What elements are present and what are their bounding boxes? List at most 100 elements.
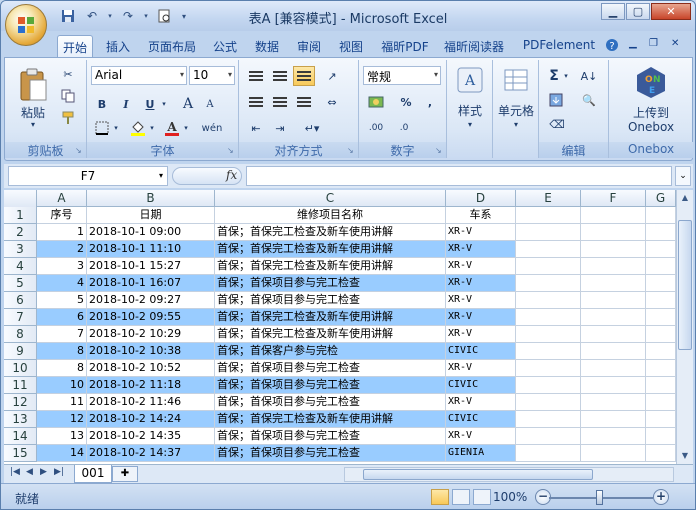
align-center-icon[interactable] xyxy=(269,92,291,112)
row-number[interactable]: 14 xyxy=(4,428,37,445)
header-seq[interactable]: 序号 xyxy=(37,207,87,224)
empty-cell[interactable] xyxy=(646,394,676,411)
ribbon-restore-icon[interactable]: ❐ xyxy=(649,38,658,49)
empty-cell[interactable] xyxy=(646,309,676,326)
seq-cell[interactable]: 13 xyxy=(37,428,87,445)
model-cell[interactable]: CIVIC xyxy=(446,343,516,360)
upload-onebox-line2[interactable]: Onebox xyxy=(609,120,693,134)
seq-cell[interactable]: 10 xyxy=(37,377,87,394)
vertical-scrollbar[interactable]: ▲ ▼ xyxy=(676,190,693,464)
item-cell[interactable]: 首保；首保完工检查及新车使用讲解 xyxy=(215,326,446,343)
item-cell[interactable]: 首保；首保客户参与完检 xyxy=(215,343,446,360)
model-cell[interactable]: XR-V xyxy=(446,394,516,411)
wrap-text-icon[interactable]: ↵▾ xyxy=(297,118,327,138)
italic-button[interactable]: I xyxy=(115,94,137,114)
autosum-dropdown-icon[interactable]: ▾ xyxy=(561,66,571,86)
styles-button[interactable]: 样式 xyxy=(447,102,493,119)
date-cell[interactable]: 2018-10-1 11:10 xyxy=(87,241,215,258)
model-cell[interactable]: XR-V xyxy=(446,309,516,326)
empty-cell[interactable] xyxy=(646,258,676,275)
empty-cell[interactable] xyxy=(581,275,646,292)
seq-cell[interactable]: 6 xyxy=(37,309,87,326)
page-break-view-icon[interactable] xyxy=(473,489,491,505)
seq-cell[interactable]: 11 xyxy=(37,394,87,411)
item-cell[interactable]: 首保；首保项目参与完工检查 xyxy=(215,377,446,394)
phonetic-button[interactable]: wén xyxy=(197,118,227,138)
tab-foxit-reader[interactable]: 福昕阅读器 xyxy=(441,35,507,57)
sort-filter-icon[interactable]: A↓ xyxy=(575,66,603,86)
item-cell[interactable]: 首保；首保项目参与完工检查 xyxy=(215,275,446,292)
format-painter-icon[interactable] xyxy=(57,108,79,128)
empty-cell[interactable] xyxy=(516,275,581,292)
comma-button[interactable]: , xyxy=(419,92,441,112)
number-format-select[interactable]: 常规 ▾ xyxy=(363,66,441,85)
find-select-icon[interactable]: 🔍 xyxy=(575,90,603,110)
header-item[interactable]: 维修项目名称 xyxy=(215,207,446,224)
paste-button[interactable]: 粘贴 xyxy=(13,104,53,121)
currency-icon[interactable] xyxy=(363,92,391,112)
minimize-icon[interactable]: ▁ xyxy=(601,3,625,20)
fill-icon[interactable] xyxy=(543,90,571,110)
seq-cell[interactable]: 14 xyxy=(37,445,87,462)
column-header-e[interactable]: E xyxy=(516,190,581,207)
select-all-corner[interactable] xyxy=(4,190,37,207)
workbook-close-icon[interactable]: ✕ xyxy=(671,38,679,49)
zoom-in-icon[interactable]: + xyxy=(653,489,669,505)
row-number[interactable]: 15 xyxy=(4,445,37,462)
model-cell[interactable]: XR-V xyxy=(446,275,516,292)
date-cell[interactable]: 2018-10-2 10:38 xyxy=(87,343,215,360)
model-cell[interactable]: CIVIC xyxy=(446,377,516,394)
scroll-up-icon[interactable]: ▲ xyxy=(677,190,693,206)
model-cell[interactable]: CIVIC xyxy=(446,411,516,428)
item-cell[interactable]: 首保；首保项目参与完工检查 xyxy=(215,428,446,445)
item-cell[interactable]: 首保；首保完工检查及新车使用讲解 xyxy=(215,309,446,326)
item-cell[interactable]: 首保；首保项目参与完工检查 xyxy=(215,292,446,309)
empty-cell[interactable] xyxy=(646,428,676,445)
column-header-c[interactable]: C xyxy=(215,190,446,207)
tab-view[interactable]: 视图 xyxy=(335,35,367,57)
zoom-level[interactable]: 100% xyxy=(493,490,527,504)
prev-sheet-icon[interactable]: ◀ xyxy=(26,467,33,477)
model-cell[interactable]: XR-V xyxy=(446,326,516,343)
row-number[interactable]: 2 xyxy=(4,224,37,241)
row-number[interactable]: 9 xyxy=(4,343,37,360)
row-number[interactable]: 11 xyxy=(4,377,37,394)
empty-cell[interactable] xyxy=(646,292,676,309)
borders-icon[interactable] xyxy=(91,118,113,138)
empty-cell[interactable] xyxy=(516,360,581,377)
horizontal-scroll-thumb[interactable] xyxy=(363,469,593,480)
font-launcher-icon[interactable]: ↘ xyxy=(227,146,236,155)
empty-cell[interactable] xyxy=(581,309,646,326)
model-cell[interactable]: XR-V xyxy=(446,258,516,275)
tab-insert[interactable]: 插入 xyxy=(101,35,135,57)
paste-dropdown-icon[interactable]: ▾ xyxy=(13,120,53,129)
empty-cell[interactable] xyxy=(646,411,676,428)
styles-dropdown-icon[interactable]: ▾ xyxy=(447,120,493,129)
styles-icon[interactable]: A xyxy=(453,66,487,94)
name-box[interactable]: F7 ▾ xyxy=(8,166,168,186)
empty-cell[interactable] xyxy=(646,207,676,224)
date-cell[interactable]: 2018-10-2 11:18 xyxy=(87,377,215,394)
row-number[interactable]: 13 xyxy=(4,411,37,428)
first-sheet-icon[interactable]: |◀ xyxy=(10,467,20,477)
number-launcher-icon[interactable]: ↘ xyxy=(435,146,444,155)
empty-cell[interactable] xyxy=(516,445,581,462)
normal-view-icon[interactable] xyxy=(431,489,449,505)
merge-center-icon[interactable]: ⇔ xyxy=(321,92,343,112)
font-name-select[interactable]: Arial ▾ xyxy=(91,66,187,85)
underline-dropdown-icon[interactable]: ▾ xyxy=(159,94,169,114)
increase-indent-icon[interactable]: ⇥ xyxy=(269,118,291,138)
alignment-launcher-icon[interactable]: ↘ xyxy=(347,146,356,155)
align-right-icon[interactable] xyxy=(293,92,315,112)
model-cell[interactable]: XR-V xyxy=(446,360,516,377)
empty-cell[interactable] xyxy=(581,207,646,224)
increase-decimal-icon[interactable]: .00 xyxy=(363,118,389,138)
seq-cell[interactable]: 5 xyxy=(37,292,87,309)
item-cell[interactable]: 首保；首保完工检查及新车使用讲解 xyxy=(215,411,446,428)
tab-page-layout[interactable]: 页面布局 xyxy=(144,35,200,57)
next-sheet-icon[interactable]: ▶ xyxy=(40,467,47,477)
tab-data[interactable]: 数据 xyxy=(251,35,283,57)
office-button[interactable] xyxy=(5,4,47,46)
empty-cell[interactable] xyxy=(581,224,646,241)
date-cell[interactable]: 2018-10-2 10:52 xyxy=(87,360,215,377)
